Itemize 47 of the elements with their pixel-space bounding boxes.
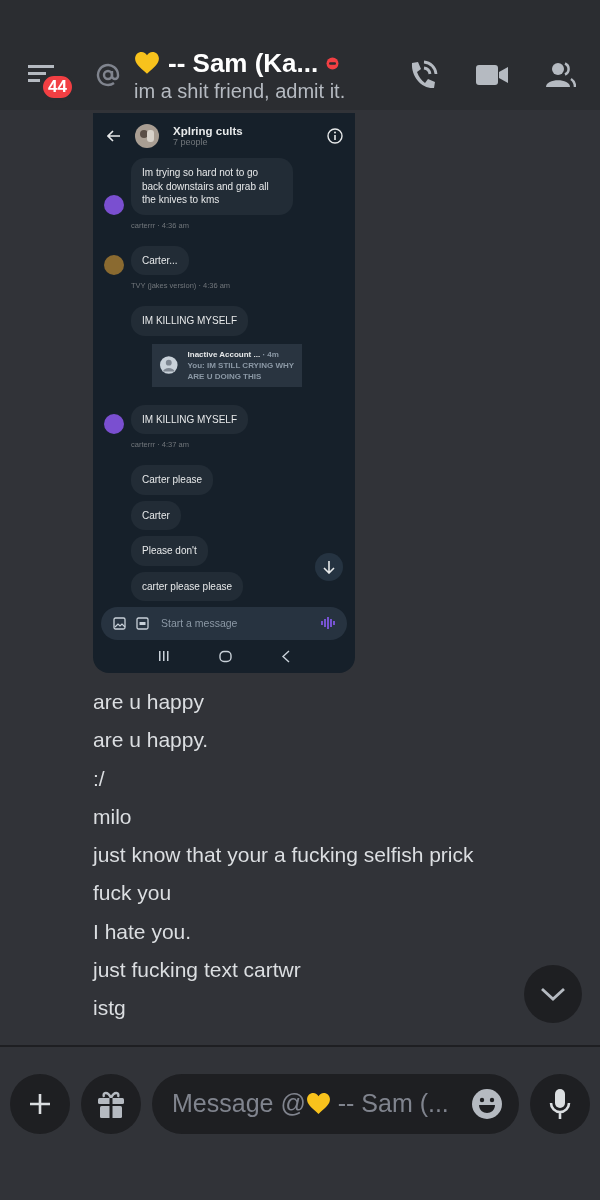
video-camera-icon[interactable] xyxy=(476,64,508,86)
heart-icon xyxy=(134,51,160,75)
contact-name: Inactive Account ... xyxy=(187,349,261,359)
message-bubble: carter please please xyxy=(131,571,244,602)
members-icon[interactable] xyxy=(546,62,576,88)
member-count: 7 people xyxy=(173,136,208,147)
image-icon[interactable] xyxy=(113,616,126,630)
message-bubble: Carter... xyxy=(131,245,189,276)
message-bubble: Carter please xyxy=(131,465,214,495)
chat-message: are u happy xyxy=(93,689,204,715)
channel-title: -- Sam (Ka... xyxy=(168,47,319,79)
screenshot-attachment[interactable] xyxy=(93,113,355,673)
message-field[interactable]: Message @ -- Sam (... xyxy=(152,1073,519,1134)
chat-message: :/ xyxy=(93,765,105,792)
back-icon[interactable] xyxy=(280,649,291,663)
gif-icon[interactable] xyxy=(136,616,149,630)
message-bubble: Carter xyxy=(131,500,181,531)
recent-apps-icon[interactable] xyxy=(157,650,170,663)
chat-message: milo xyxy=(93,803,132,830)
at-icon xyxy=(96,63,120,87)
chat-message: are u happy. xyxy=(93,727,209,754)
chat-message: istg xyxy=(93,995,126,1022)
chat-message: I hate you. xyxy=(93,918,192,945)
back-arrow-icon[interactable] xyxy=(107,129,121,142)
unread-count: 44 xyxy=(40,73,75,101)
channel-subtitle: im a shit friend, admit it. xyxy=(134,79,346,103)
time-label: · 4m xyxy=(262,349,279,359)
chat-message: just fucking text cartwr xyxy=(93,957,301,984)
home-icon[interactable] xyxy=(218,649,232,663)
message-input[interactable]: Start a message xyxy=(101,607,347,640)
chevron-down-icon xyxy=(540,987,566,1001)
microphone-icon xyxy=(549,1087,571,1120)
voice-wave-icon[interactable] xyxy=(321,616,335,631)
info-icon[interactable] xyxy=(327,127,343,144)
message-bubble: IM KILLING MYSELF xyxy=(131,306,249,336)
plus-icon xyxy=(29,1092,51,1115)
message-bubble: Im trying so hard not to go back downstairs and grab all the knives to kms xyxy=(131,158,293,215)
group-avatar xyxy=(135,123,159,148)
message-preview: You: IM STILL CRYING WHY ARE U DOING THIS xyxy=(187,359,294,382)
message-bubble: IM KILLING MYSELF xyxy=(131,404,249,435)
arrow-down-icon[interactable] xyxy=(323,560,335,575)
chat-message: fuck you xyxy=(93,880,172,907)
chat-message: just know that your a fucking selfish prick xyxy=(93,842,474,869)
emoji-icon[interactable] xyxy=(471,1087,503,1120)
message-bubble: Please don't xyxy=(131,536,208,566)
group-name: Xplring cults xyxy=(173,124,243,137)
heart-icon xyxy=(305,1092,331,1115)
